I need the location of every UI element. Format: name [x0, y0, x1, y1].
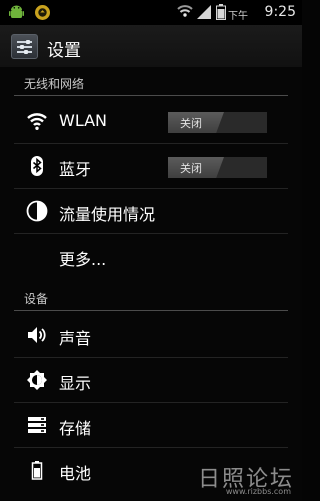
wlan-toggle[interactable]: 关闭 — [168, 112, 267, 133]
section-title: 无线和网络 — [24, 77, 85, 91]
status-time: 9:25 — [264, 4, 296, 20]
android-notification-icon — [8, 4, 25, 25]
storage-icon — [26, 414, 48, 436]
action-bar: 设置 — [0, 25, 302, 67]
setting-label: 流量使用情况 — [59, 205, 156, 224]
section-divider — [14, 95, 288, 96]
watermark-url: www.rizbbs.com — [225, 487, 291, 496]
setting-row-storage[interactable]: 存储 — [0, 403, 302, 448]
toggle-state-text: 关闭 — [180, 117, 202, 130]
settings-screen: 下午 9:25 设置 无线和网络 WLAN 关闭 蓝牙 关闭 流量使用情况 更多… — [0, 0, 302, 501]
setting-label: 声音 — [59, 329, 92, 348]
setting-row-display[interactable]: 显示 — [0, 358, 302, 403]
status-ampm: 下午 — [228, 11, 248, 22]
setting-row-bluetooth[interactable]: 蓝牙 关闭 — [0, 144, 302, 189]
section-header-wireless: 无线和网络 — [0, 70, 302, 96]
setting-label: 存储 — [59, 419, 92, 438]
bluetooth-icon — [26, 155, 48, 177]
system-status-icons: 下午 9:25 — [176, 3, 296, 22]
setting-row-data-usage[interactable]: 流量使用情况 — [0, 189, 302, 234]
page-title: 设置 — [47, 41, 81, 61]
section-divider — [14, 310, 288, 311]
setting-row-sound[interactable]: 声音 — [0, 313, 302, 358]
setting-label: 电池 — [59, 464, 92, 483]
settings-sliders-icon[interactable] — [11, 34, 38, 59]
wifi-signal-icon — [176, 3, 194, 25]
battery-icon — [216, 4, 226, 24]
setting-label: 更多... — [59, 250, 107, 269]
setting-label: 显示 — [59, 374, 92, 393]
setting-row-more[interactable]: 更多... — [0, 234, 302, 279]
toggle-state-text: 关闭 — [180, 162, 202, 175]
brightness-icon — [26, 369, 48, 391]
battery-icon — [26, 459, 48, 481]
sync-notification-icon — [34, 4, 51, 25]
forum-watermark: 日照论坛 www.rizbbs.com — [174, 461, 294, 497]
data-usage-icon — [26, 200, 48, 222]
bluetooth-toggle[interactable]: 关闭 — [168, 157, 267, 178]
setting-label: WLAN — [59, 111, 108, 130]
setting-row-wlan[interactable]: WLAN 关闭 — [0, 99, 302, 144]
setting-label: 蓝牙 — [59, 160, 92, 179]
wifi-icon — [26, 110, 48, 132]
section-title: 设备 — [24, 292, 49, 306]
cell-signal-icon — [196, 4, 212, 24]
speaker-icon — [26, 324, 48, 346]
section-header-device: 设备 — [0, 285, 302, 311]
status-bar: 下午 9:25 — [0, 0, 302, 25]
